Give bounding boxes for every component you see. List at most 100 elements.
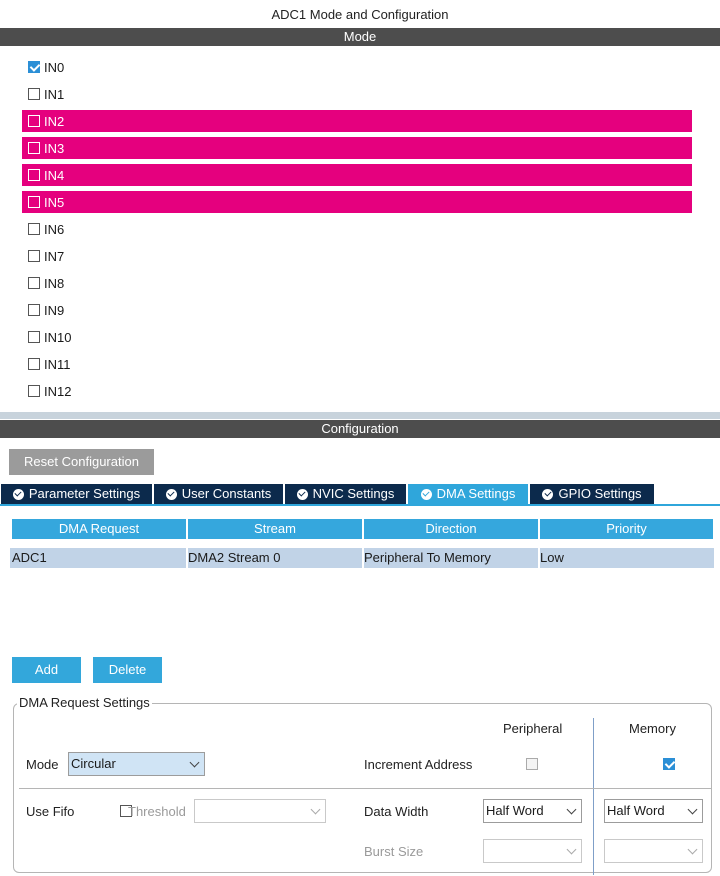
- peripheral-header: Peripheral: [503, 721, 563, 736]
- channel-checkbox[interactable]: [28, 223, 40, 235]
- check-circle-icon: [12, 488, 24, 500]
- channel-row-in10[interactable]: IN10: [22, 326, 692, 348]
- channel-label: IN3: [44, 140, 65, 156]
- chevron-down-icon: [566, 804, 577, 815]
- tab-underline: [0, 504, 720, 506]
- tab-parameter-settings[interactable]: Parameter Settings: [1, 484, 152, 504]
- channel-row-in4[interactable]: IN4: [22, 164, 692, 186]
- channel-label: IN1: [44, 86, 65, 102]
- channel-row-in6[interactable]: IN6: [22, 218, 692, 240]
- channel-label: IN9: [44, 302, 65, 318]
- cell-divider: [362, 548, 364, 568]
- threshold-select[interactable]: [194, 799, 326, 823]
- use-fifo-label: Use Fifo: [26, 804, 75, 819]
- channel-label: IN6: [44, 221, 65, 237]
- tab-label: NVIC Settings: [312, 486, 395, 501]
- channel-checkbox[interactable]: [28, 250, 40, 262]
- data-width-label: Data Width: [364, 804, 429, 819]
- channel-label: IN12: [44, 383, 72, 399]
- channel-row-in12[interactable]: IN12: [22, 380, 692, 402]
- dma-request-settings-legend: DMA Request Settings: [17, 695, 152, 710]
- memory-data-width-value: Half Word: [607, 803, 665, 818]
- threshold-label: Threshold: [128, 804, 186, 819]
- configuration-section-header: Configuration: [0, 420, 720, 438]
- chevron-down-icon: [687, 804, 698, 815]
- table-cell: Peripheral To Memory: [364, 548, 538, 568]
- check-circle-icon: [165, 488, 177, 500]
- window-title: ADC1 Mode and Configuration: [271, 7, 449, 22]
- channel-label: IN8: [44, 275, 65, 291]
- mode-label: Mode: [26, 757, 59, 772]
- channel-checkbox[interactable]: [28, 88, 40, 100]
- row-divider: [19, 788, 712, 789]
- add-button[interactable]: Add: [12, 657, 81, 683]
- cell-divider: [186, 548, 188, 568]
- table-cell: Low: [540, 548, 712, 568]
- tab-user-constants[interactable]: User Constants: [154, 484, 283, 504]
- delete-button[interactable]: Delete: [93, 657, 162, 683]
- channel-row-in0[interactable]: IN0: [22, 56, 692, 78]
- column-header-dma-request: DMA Request: [12, 519, 186, 539]
- channel-row-in7[interactable]: IN7: [22, 245, 692, 267]
- tab-gpio-settings[interactable]: GPIO Settings: [530, 484, 654, 504]
- cell-divider: [538, 548, 540, 568]
- tab-dma-settings[interactable]: DMA Settings: [408, 484, 528, 504]
- channel-row-in11[interactable]: IN11: [22, 353, 692, 375]
- channel-checkbox[interactable]: [28, 304, 40, 316]
- mode-select-value: Circular: [71, 756, 116, 771]
- memory-header: Memory: [629, 721, 676, 736]
- channel-checkbox[interactable]: [28, 331, 40, 343]
- channel-row-in9[interactable]: IN9: [22, 299, 692, 321]
- peripheral-increment-checkbox[interactable]: [526, 758, 538, 770]
- peripheral-data-width-select[interactable]: Half Word: [483, 799, 582, 823]
- chevron-down-icon: [189, 757, 200, 768]
- channel-label: IN5: [44, 194, 65, 210]
- check-circle-icon: [296, 488, 308, 500]
- peripheral-burst-size-select[interactable]: [483, 839, 582, 863]
- chevron-down-icon: [566, 844, 577, 855]
- channel-checkbox[interactable]: [28, 115, 40, 127]
- tab-label: User Constants: [181, 486, 272, 501]
- column-header-priority: Priority: [540, 519, 713, 539]
- channel-row-in2[interactable]: IN2: [22, 110, 692, 132]
- burst-size-label: Burst Size: [364, 844, 424, 859]
- mode-select[interactable]: Circular: [68, 752, 205, 776]
- channel-row-in8[interactable]: IN8: [22, 272, 692, 294]
- column-divider: [593, 718, 594, 875]
- increment-address-label: Increment Address: [364, 757, 473, 772]
- channel-checkbox[interactable]: [28, 196, 40, 208]
- channel-label: IN7: [44, 248, 65, 264]
- section-separator: [0, 412, 720, 419]
- channel-row-in1[interactable]: IN1: [22, 83, 692, 105]
- memory-data-width-select[interactable]: Half Word: [604, 799, 703, 823]
- table-cell: DMA2 Stream 0: [188, 548, 362, 568]
- channel-checkbox[interactable]: [28, 142, 40, 154]
- column-header-direction: Direction: [364, 519, 538, 539]
- check-circle-icon: [420, 488, 432, 500]
- channel-label: IN2: [44, 113, 65, 129]
- memory-increment-checkbox[interactable]: [662, 758, 675, 770]
- chevron-down-icon: [687, 844, 698, 855]
- channel-label: IN0: [44, 59, 65, 75]
- channel-row-in5[interactable]: IN5: [22, 191, 692, 213]
- tab-label: DMA Settings: [436, 486, 516, 501]
- channel-checkbox[interactable]: [28, 61, 40, 73]
- table-row[interactable]: ADC1 DMA2 Stream 0 Peripheral To Memory …: [10, 548, 714, 568]
- check-circle-icon: [542, 488, 554, 500]
- channel-checkbox[interactable]: [28, 385, 40, 397]
- tab-nvic-settings[interactable]: NVIC Settings: [285, 484, 406, 504]
- channel-label: IN10: [44, 329, 72, 345]
- table-cell: ADC1: [12, 548, 186, 568]
- channel-row-in3[interactable]: IN3: [22, 137, 692, 159]
- channel-checkbox[interactable]: [28, 277, 40, 289]
- channel-label: IN11: [44, 356, 71, 372]
- channel-label: IN4: [44, 167, 65, 183]
- channel-checkbox[interactable]: [28, 358, 40, 370]
- memory-burst-size-select[interactable]: [604, 839, 703, 863]
- mode-section-header: Mode: [0, 28, 720, 46]
- tab-label: Parameter Settings: [28, 486, 141, 501]
- channel-checkbox[interactable]: [28, 169, 40, 181]
- column-header-stream: Stream: [188, 519, 362, 539]
- tab-label: GPIO Settings: [558, 486, 642, 501]
- reset-configuration-button[interactable]: Reset Configuration: [9, 449, 154, 475]
